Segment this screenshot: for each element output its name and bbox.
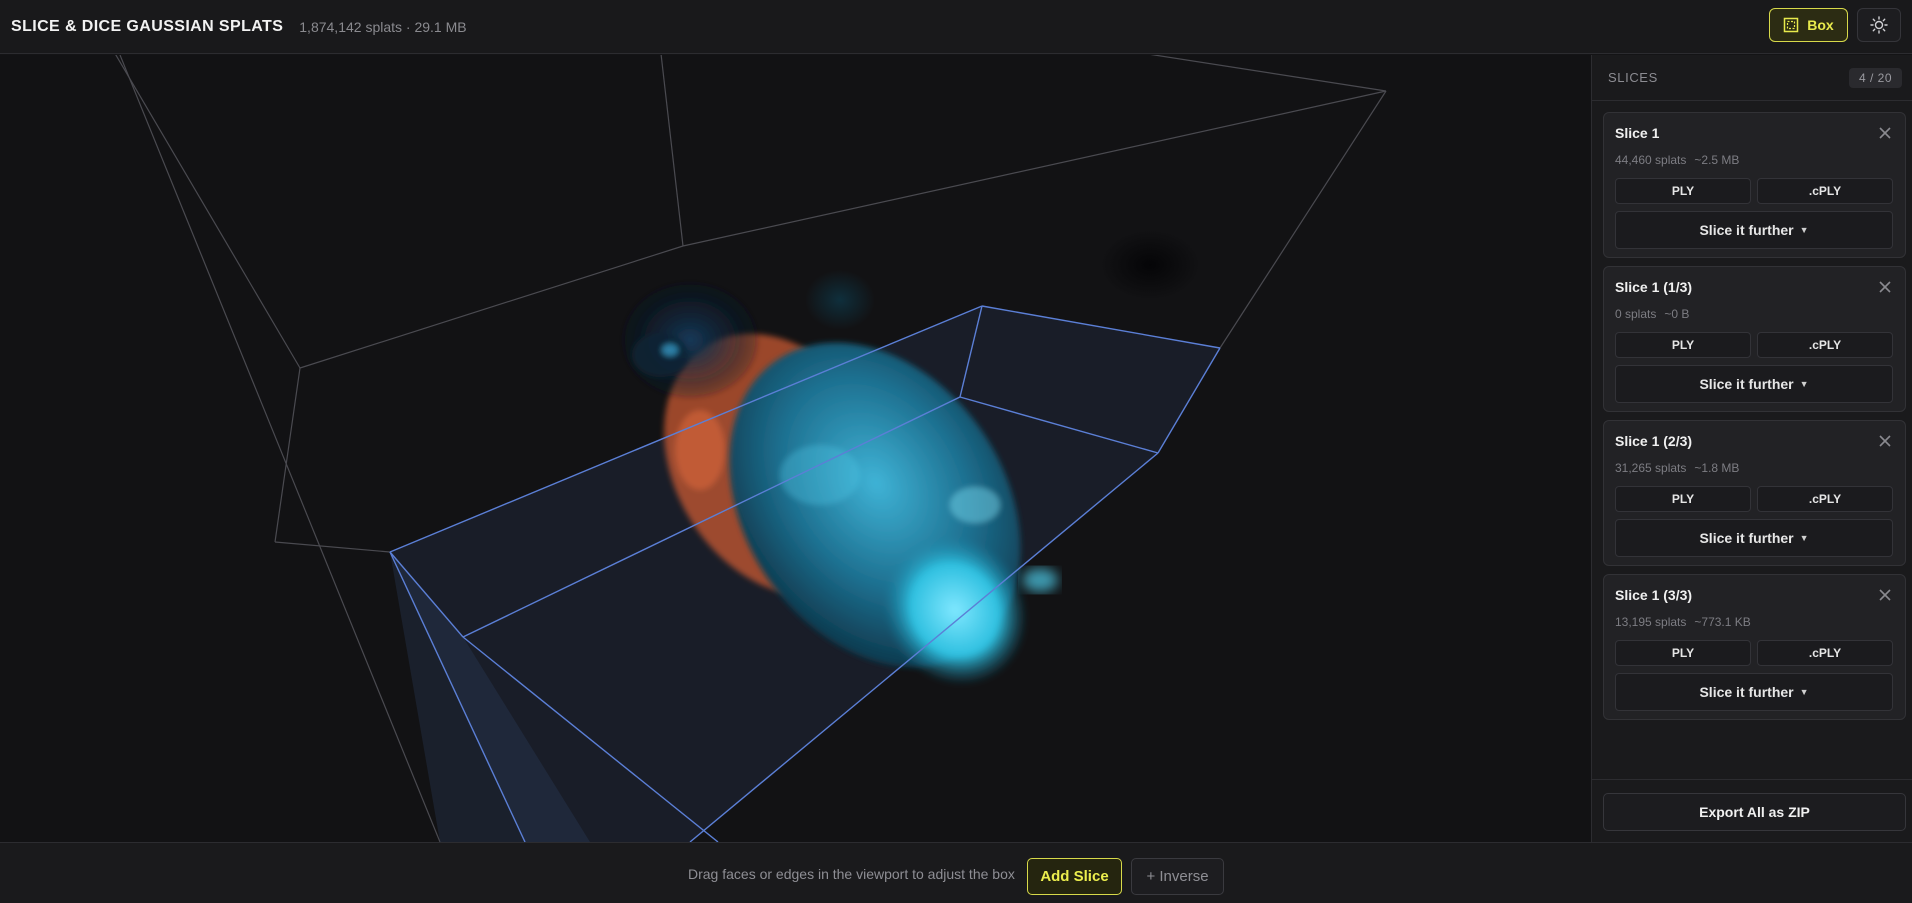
- slice-card[interactable]: Slice 1 44,460 splats ~2.5 MB PLY .cPLY Slice…: [1603, 112, 1906, 258]
- box-tool-label: Box: [1807, 17, 1834, 33]
- caret-down-icon: ▼: [1799, 533, 1809, 543]
- export-ply-button[interactable]: PLY: [1615, 332, 1751, 358]
- slice-size: ~1.8 MB: [1694, 461, 1740, 475]
- sun-icon: [1870, 16, 1888, 34]
- slice-further-button[interactable]: Slice it further ▼: [1615, 211, 1893, 249]
- add-slice-button[interactable]: Add Slice: [1027, 858, 1122, 895]
- close-icon[interactable]: [1875, 431, 1895, 451]
- slice-size: ~2.5 MB: [1694, 153, 1740, 167]
- slice-name: Slice 1 (3/3): [1615, 587, 1693, 603]
- sidebar-title: SLICES: [1608, 70, 1658, 85]
- close-icon[interactable]: [1875, 123, 1895, 143]
- top-bar: SLICE & DICE GAUSSIAN SPLATS 1,874,142 s…: [0, 0, 1912, 54]
- export-all-zip-button[interactable]: Export All as ZIP: [1603, 793, 1906, 831]
- slice-splat-count: 31,265 splats: [1615, 461, 1687, 475]
- close-icon[interactable]: [1875, 585, 1895, 605]
- slice-name: Slice 1: [1615, 125, 1660, 141]
- export-ply-button[interactable]: PLY: [1615, 178, 1751, 204]
- slice-further-label: Slice it further: [1699, 376, 1794, 392]
- 3d-viewport[interactable]: [0, 55, 1591, 842]
- slice-meta: 13,195 splats ~773.1 KB: [1615, 615, 1751, 629]
- export-cply-button[interactable]: .cPLY: [1757, 332, 1893, 358]
- scene-stats: 1,874,142 splats · 29.1 MB: [299, 18, 467, 35]
- slice-size: ~773.1 KB: [1694, 615, 1751, 629]
- slice-card[interactable]: Slice 1 (2/3) 31,265 splats ~1.8 MB PLY .cPL…: [1603, 420, 1906, 566]
- slice-splat-count: 44,460 splats: [1615, 153, 1687, 167]
- export-cply-button[interactable]: .cPLY: [1757, 178, 1893, 204]
- slice-further-button[interactable]: Slice it further ▼: [1615, 365, 1893, 403]
- export-cply-button[interactable]: .cPLY: [1757, 640, 1893, 666]
- slice-meta: 44,460 splats ~2.5 MB: [1615, 153, 1739, 167]
- box-tool-button[interactable]: Box: [1769, 8, 1848, 42]
- theme-toggle-button[interactable]: [1857, 8, 1901, 42]
- slice-further-label: Slice it further: [1699, 684, 1794, 700]
- inverse-button[interactable]: + Inverse: [1131, 858, 1224, 895]
- caret-down-icon: ▼: [1799, 225, 1809, 235]
- slice-name: Slice 1 (2/3): [1615, 433, 1693, 449]
- slice-card[interactable]: Slice 1 (1/3) 0 splats ~0 B PLY .cPLY Slice i…: [1603, 266, 1906, 412]
- export-section: Export All as ZIP: [1592, 779, 1912, 842]
- export-ply-button[interactable]: PLY: [1615, 486, 1751, 512]
- slice-meta: 31,265 splats ~1.8 MB: [1615, 461, 1739, 475]
- sidebar-header: SLICES 4 / 20: [1592, 55, 1912, 101]
- slice-further-button[interactable]: Slice it further ▼: [1615, 519, 1893, 557]
- hint-text: Drag faces or edges in the viewport to a…: [688, 866, 1015, 882]
- slice-further-label: Slice it further: [1699, 530, 1794, 546]
- slice-further-button[interactable]: Slice it further ▼: [1615, 673, 1893, 711]
- export-ply-button[interactable]: PLY: [1615, 640, 1751, 666]
- caret-down-icon: ▼: [1799, 379, 1809, 389]
- scene-canvas[interactable]: [0, 55, 1591, 842]
- slice-size: ~0 B: [1664, 307, 1690, 321]
- caret-down-icon: ▼: [1799, 687, 1809, 697]
- box-select-icon: [1784, 17, 1799, 33]
- close-icon[interactable]: [1875, 277, 1895, 297]
- app-title: SLICE & DICE GAUSSIAN SPLATS: [11, 17, 284, 35]
- export-cply-button[interactable]: .cPLY: [1757, 486, 1893, 512]
- slice-splat-count: 13,195 splats: [1615, 615, 1687, 629]
- slice-card[interactable]: Slice 1 (3/3) 13,195 splats ~773.1 KB PLY .c…: [1603, 574, 1906, 720]
- bottom-toolbar: Drag faces or edges in the viewport to a…: [0, 842, 1912, 903]
- slice-name: Slice 1 (1/3): [1615, 279, 1693, 295]
- slice-further-label: Slice it further: [1699, 222, 1794, 238]
- slice-count-badge: 4 / 20: [1848, 68, 1902, 88]
- slice-meta: 0 splats ~0 B: [1615, 307, 1689, 321]
- slice-splat-count: 0 splats: [1615, 307, 1657, 321]
- slices-sidebar: SLICES 4 / 20 Slice 1 44,460 splats ~2.5 M…: [1591, 55, 1912, 842]
